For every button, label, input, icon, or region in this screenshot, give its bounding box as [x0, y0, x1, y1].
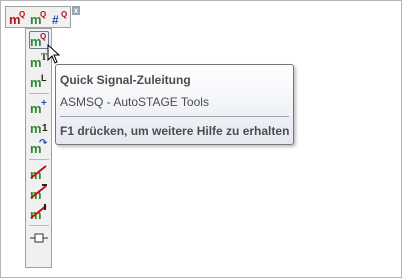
strike-l-mark: [44, 204, 46, 210]
quick-signal-feed-button[interactable]: m Q: [29, 31, 49, 49]
m-refresh-signal-button[interactable]: m ↷: [29, 137, 49, 155]
m-one-signal-button[interactable]: m 1: [29, 117, 49, 135]
hash-q-signal-button[interactable]: # Q: [50, 9, 69, 26]
toolbar-separator: [29, 159, 49, 160]
m-refresh-signal-icon: m ↷: [30, 138, 48, 155]
tooltip-help-text: F1 drücken, um weitere Hilfe zu erhalten: [60, 124, 290, 138]
signal-strike-l-button[interactable]: m: [29, 203, 49, 221]
m-q-signal-button[interactable]: m Q: [8, 9, 27, 26]
icon-sup: L: [41, 73, 47, 83]
icon-sup: 1: [42, 123, 48, 134]
icon-letter: m: [30, 101, 42, 115]
m-plus-signal-button[interactable]: m +: [29, 97, 49, 115]
tooltip-divider: [60, 116, 289, 117]
top-toolbar: m Q m Q # Q: [5, 6, 71, 28]
tooltip-title: Quick Signal-Zuleitung: [60, 73, 191, 87]
icon-sup: ↷: [39, 138, 48, 149]
mouse-cursor-icon: [47, 44, 61, 64]
m-plus-signal-icon: m +: [30, 98, 47, 115]
m-t-signal-button[interactable]: m T: [29, 51, 49, 69]
icon-sup: +: [41, 98, 47, 109]
connector-button[interactable]: [29, 229, 49, 247]
icon-sup: Q: [19, 10, 25, 19]
icon-sup: Q: [40, 10, 46, 19]
m-l-signal-button[interactable]: m L: [29, 71, 49, 89]
quick-signal-feed-icon: m Q: [30, 32, 46, 48]
close-icon: x: [73, 6, 79, 15]
connector-icon: [30, 233, 48, 243]
signal-strike-t-button[interactable]: m: [29, 183, 49, 201]
m-l-signal-icon: m L: [30, 73, 47, 89]
icon-letter: m: [30, 55, 42, 69]
strike-t-mark: [42, 184, 47, 186]
m-t-signal-icon: m T: [30, 52, 47, 69]
icon-letter: m: [30, 121, 42, 135]
tooltip-description: ASMSQ - AutoSTAGE Tools: [60, 95, 209, 109]
signal-strike-button[interactable]: m: [29, 163, 49, 181]
signal-strike-l-icon: m: [30, 204, 47, 221]
m-q-alt-signal-icon: m Q: [30, 10, 46, 26]
m-one-signal-icon: m 1: [30, 121, 48, 135]
icon-letter: m: [30, 75, 42, 89]
toolbar-separator: [29, 93, 49, 94]
hash-q-signal-icon: # Q: [52, 10, 67, 26]
connector-box: [34, 233, 44, 243]
icon-sup: Q: [61, 10, 67, 19]
toolbar-close-button[interactable]: x: [72, 6, 80, 15]
signal-strike-icon: m: [30, 165, 47, 181]
window-frame: m Q m Q # Q x m Q m T m L m + m 1 m ↷ Qu…: [0, 0, 402, 278]
icon-sup: Q: [40, 32, 46, 41]
m-q-alt-signal-button[interactable]: m Q: [29, 9, 48, 26]
m-q-signal-icon: m Q: [9, 10, 25, 26]
toolbar-separator: [29, 225, 49, 226]
tooltip: Quick Signal-Zuleitung ASMSQ - AutoSTAGE…: [55, 64, 294, 145]
side-toolbar: m Q m T m L m + m 1 m ↷: [25, 28, 52, 268]
icon-letter: #: [52, 13, 59, 26]
signal-strike-t-icon: m: [30, 184, 47, 201]
